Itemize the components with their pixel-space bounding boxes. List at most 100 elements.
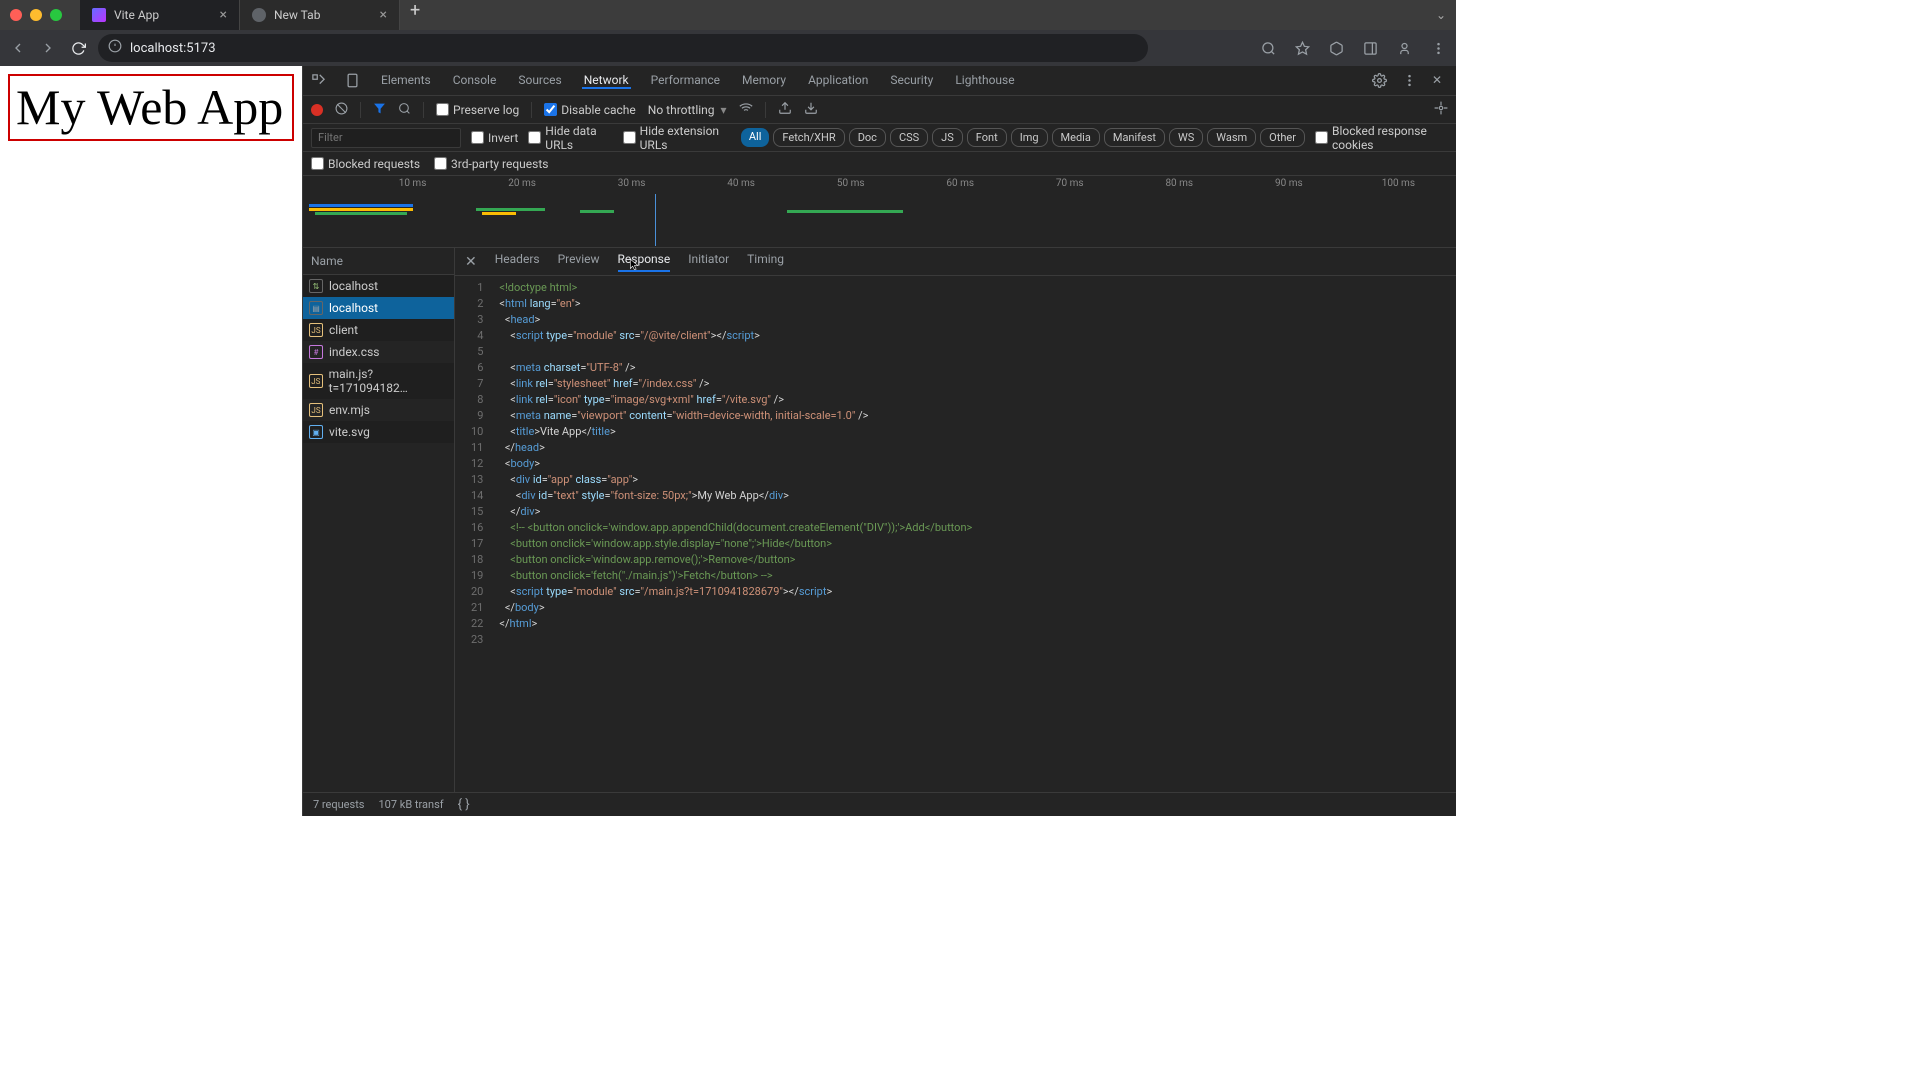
network-conditions-icon[interactable]	[739, 101, 753, 118]
timeline-tick: 40 ms	[727, 178, 755, 189]
export-har-icon[interactable]	[804, 101, 818, 118]
blocked-cookies-checkbox[interactable]: Blocked response cookies	[1315, 124, 1448, 152]
devtools-tab-performance[interactable]: Performance	[649, 73, 722, 87]
js-file-icon: JS	[309, 403, 323, 417]
sidepanel-icon[interactable]	[1360, 38, 1380, 58]
devtools-tab-lighthouse[interactable]: Lighthouse	[953, 73, 1016, 87]
devtools-tab-elements[interactable]: Elements	[379, 73, 433, 87]
browser-tab[interactable]: New Tab ×	[240, 0, 400, 30]
request-row[interactable]: ▤localhost	[303, 297, 454, 319]
filter-pill-manifest[interactable]: Manifest	[1104, 128, 1165, 147]
devtools-tab-security[interactable]: Security	[888, 73, 935, 87]
close-detail-icon[interactable]: ✕	[465, 254, 477, 270]
detail-tab-headers[interactable]: Headers	[495, 252, 540, 272]
devtools-main-tabs: Elements Console Sources Network Performance…	[303, 66, 1456, 96]
inspect-icon[interactable]	[311, 73, 327, 89]
filter-pill-font[interactable]: Font	[967, 128, 1007, 147]
new-tab-button[interactable]: +	[400, 0, 430, 30]
filter-pill-other[interactable]: Other	[1260, 128, 1305, 147]
request-row[interactable]: # index.css	[303, 341, 454, 363]
request-row[interactable]: JSmain.js?t=171094182…	[303, 363, 454, 399]
detail-tab-timing[interactable]: Timing	[747, 252, 784, 272]
detail-tab-response[interactable]: Response	[618, 252, 671, 272]
invert-checkbox[interactable]: Invert	[471, 131, 518, 145]
tab-close-icon[interactable]: ×	[220, 7, 227, 23]
forward-button[interactable]	[38, 38, 58, 58]
network-timeline[interactable]: 10 ms20 ms30 ms40 ms50 ms60 ms70 ms80 ms…	[303, 176, 1456, 248]
devtools-tab-memory[interactable]: Memory	[740, 73, 788, 87]
search-icon[interactable]	[398, 102, 411, 118]
close-devtools-icon[interactable]: ✕	[1432, 73, 1448, 89]
third-party-checkbox[interactable]: 3rd-party requests	[434, 157, 548, 171]
request-row[interactable]: JSclient	[303, 319, 454, 341]
reload-button[interactable]	[68, 38, 88, 58]
network-settings-icon[interactable]	[1434, 101, 1448, 118]
site-info-icon[interactable]	[108, 39, 122, 57]
devtools-tab-network[interactable]: Network	[582, 73, 631, 89]
timeline-tick: 60 ms	[946, 178, 974, 189]
window-minimize-button[interactable]	[30, 9, 42, 21]
filter-pill-wasm[interactable]: Wasm	[1207, 128, 1256, 147]
profile-icon[interactable]	[1394, 38, 1414, 58]
code-line: <body>	[499, 456, 972, 472]
throttling-select[interactable]: No throttling▾	[648, 103, 727, 117]
filter-pill-media[interactable]: Media	[1052, 128, 1100, 147]
code-line: <button onclick='window.app.remove();'>R…	[499, 552, 972, 568]
more-icon[interactable]	[1402, 73, 1418, 89]
code-line: <div id="text" style="font-size: 50px;">…	[499, 488, 972, 504]
timeline-tick: 20 ms	[508, 178, 536, 189]
filter-pill-img[interactable]: Img	[1011, 128, 1048, 147]
code-line: <html lang="en">	[499, 296, 972, 312]
preserve-log-checkbox[interactable]: Preserve log	[436, 103, 519, 117]
tab-overflow-icon[interactable]: ⌄	[1436, 8, 1446, 22]
detail-tab-initiator[interactable]: Initiator	[688, 252, 729, 272]
filter-pill-doc[interactable]: Doc	[849, 128, 886, 147]
hide-ext-urls-checkbox[interactable]: Hide extension URLs	[623, 124, 731, 152]
devtools-tab-application[interactable]: Application	[806, 73, 870, 87]
format-icon[interactable]: { }	[458, 797, 470, 812]
extensions-icon[interactable]	[1326, 38, 1346, 58]
filter-pill-js[interactable]: JS	[932, 128, 963, 147]
blocked-requests-checkbox[interactable]: Blocked requests	[311, 157, 420, 171]
response-code-viewer[interactable]: 1234567891011121314151617181920212223 <!…	[455, 276, 1456, 792]
code-line: <script type="module" src="/@vite/client…	[499, 328, 972, 344]
hide-data-urls-checkbox[interactable]: Hide data URLs	[528, 124, 612, 152]
window-maximize-button[interactable]	[50, 9, 62, 21]
css-file-icon: #	[309, 345, 323, 359]
devtools-tab-console[interactable]: Console	[451, 73, 499, 87]
filter-pill-all[interactable]: All	[741, 128, 770, 147]
code-line: <link rel="stylesheet" href="/index.css"…	[499, 376, 972, 392]
request-row[interactable]: ⇅localhost	[303, 275, 454, 297]
window-close-button[interactable]	[10, 9, 22, 21]
filter-pill-css[interactable]: CSS	[890, 128, 928, 147]
tab-close-icon[interactable]: ×	[380, 7, 387, 23]
code-line: <meta name="viewport" content="width=dev…	[499, 408, 972, 424]
code-line: <meta charset="UTF-8" />	[499, 360, 972, 376]
bookmark-icon[interactable]	[1292, 38, 1312, 58]
clear-icon[interactable]	[335, 102, 348, 118]
filter-pill-fetchxhr[interactable]: Fetch/XHR	[773, 128, 844, 147]
code-line: <button onclick='window.app.style.displa…	[499, 536, 972, 552]
menu-icon[interactable]	[1428, 38, 1448, 58]
filter-input[interactable]	[311, 128, 461, 148]
request-row[interactable]: ▣vite.svg	[303, 421, 454, 443]
filter-toggle-icon[interactable]	[373, 102, 386, 118]
tab-title: Vite App	[114, 8, 159, 22]
disable-cache-checkbox[interactable]: Disable cache	[544, 103, 636, 117]
request-name: index.css	[329, 345, 379, 359]
back-button[interactable]	[8, 38, 28, 58]
import-har-icon[interactable]	[778, 101, 792, 118]
filter-pill-ws[interactable]: WS	[1169, 128, 1203, 147]
devtools-tab-sources[interactable]: Sources	[516, 73, 563, 87]
code-line: <button onclick='fetch("./main.js")'>Fet…	[499, 568, 972, 584]
network-status-bar: 7 requests 107 kB transf { }	[303, 792, 1456, 816]
browser-tab-active[interactable]: Vite App ×	[80, 0, 240, 30]
device-toggle-icon[interactable]	[345, 73, 361, 89]
settings-icon[interactable]	[1372, 73, 1388, 89]
request-name: main.js?t=171094182…	[329, 367, 448, 395]
zoom-icon[interactable]	[1258, 38, 1278, 58]
detail-tab-preview[interactable]: Preview	[558, 252, 600, 272]
request-row[interactable]: JSenv.mjs	[303, 399, 454, 421]
record-button[interactable]	[311, 104, 323, 116]
address-bar[interactable]: localhost:5173	[98, 34, 1148, 62]
